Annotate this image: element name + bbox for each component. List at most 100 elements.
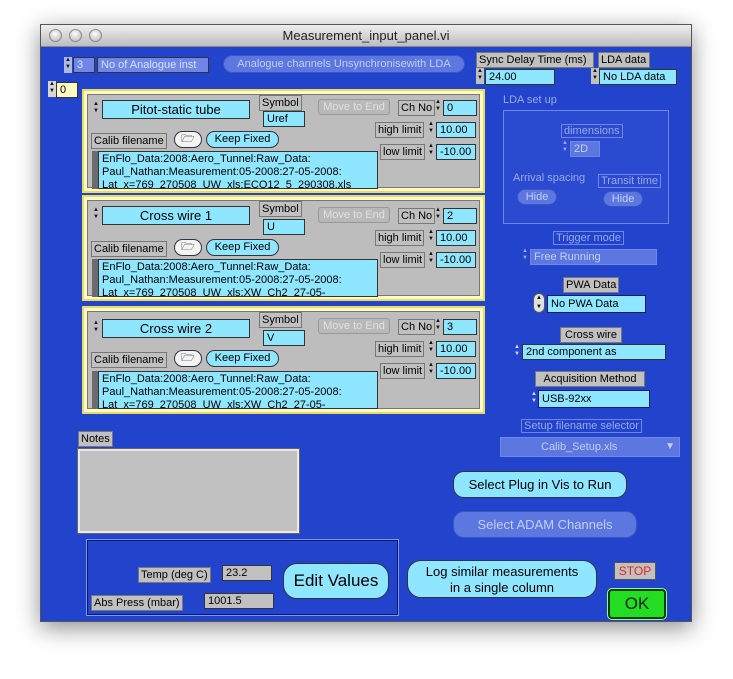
chno-label: Ch No <box>398 100 436 116</box>
symbol-label: Symbol <box>259 312 302 328</box>
low-limit-spinner-icon[interactable]: ▲ ▼ <box>427 251 435 267</box>
acquisition-method-label: Acquisition Method <box>535 371 645 387</box>
trigger-mode-label: Trigger mode <box>553 231 625 245</box>
low-limit-spinner-icon[interactable]: ▲ ▼ <box>427 143 435 159</box>
channel-name-field[interactable]: Pitot-static tube <box>102 100 250 119</box>
low-limit-field[interactable]: -10.00 <box>436 144 476 160</box>
folder-open-icon[interactable]: 🗁 <box>174 131 202 148</box>
high-limit-spinner-icon[interactable]: ▲ ▼ <box>427 121 435 137</box>
notes-label: Notes <box>78 431 113 447</box>
keep-fixed-button[interactable]: Keep Fixed <box>206 239 279 256</box>
high-limit-label: high limit <box>375 122 425 138</box>
setup-filename-selector-label: Setup filename selector <box>521 419 642 433</box>
high-limit-spinner-icon[interactable]: ▲ ▼ <box>427 340 435 356</box>
acquisition-ring-icon[interactable]: ▲ ▼ <box>530 391 538 407</box>
symbol-label: Symbol <box>259 201 302 217</box>
path-line: EnFlo_Data:2008:Aero_Tunnel:Raw_Data: <box>102 373 311 385</box>
trigger-mode-field[interactable]: Free Running <box>530 249 657 265</box>
keep-fixed-button[interactable]: Keep Fixed <box>206 131 279 148</box>
cross-wire-field[interactable]: 2nd component as <box>522 344 666 360</box>
high-limit-field[interactable]: 10.00 <box>436 122 476 138</box>
channel-name-field[interactable]: Cross wire 2 <box>102 319 250 338</box>
move-to-end-button[interactable]: Move to End <box>318 99 390 115</box>
dimensions-label: dimensions <box>561 124 623 138</box>
channel-name-field[interactable]: Cross wire 1 <box>102 206 250 225</box>
chno-label: Ch No <box>398 208 436 224</box>
chno-spinner-icon[interactable]: ▲ ▼ <box>434 318 442 334</box>
setup-filename-selector[interactable]: Calib_Setup.xls ▼ <box>500 437 680 457</box>
calib-filename-label: Calib filename <box>91 241 167 257</box>
low-limit-label: low limit <box>380 252 426 268</box>
low-limit-field[interactable]: -10.00 <box>436 252 476 268</box>
chno-field[interactable]: 0 <box>443 100 477 116</box>
analogue-count-field[interactable]: 3 <box>73 57 95 73</box>
stop-button[interactable]: STOP <box>614 562 656 580</box>
path-line: EnFlo_Data:2008:Aero_Tunnel:Raw_Data: <box>102 261 311 273</box>
pwa-ring-icon[interactable]: ▲ ▼ <box>533 293 545 313</box>
trigger-mode-ring-icon[interactable]: ▲ ▼ <box>521 248 529 264</box>
ok-button[interactable]: OK <box>608 589 666 619</box>
notes-textarea[interactable] <box>77 448 300 534</box>
chno-spinner-icon[interactable]: ▲ ▼ <box>434 207 442 223</box>
arrival-hide-button[interactable]: Hide <box>517 189 557 205</box>
calib-path-field[interactable]: EnFlo_Data:2008:Aero_Tunnel:Raw_Data: Pa… <box>98 371 378 409</box>
acquisition-method-field[interactable]: USB-92xx <box>538 390 650 408</box>
symbol-field[interactable]: Uref <box>263 111 305 127</box>
calib-path-field[interactable]: EnFlo_Data:2008:Aero_Tunnel:Raw_Data: Pa… <box>98 151 378 189</box>
select-adam-channels-button[interactable]: Select ADAM Channels <box>453 511 637 538</box>
sync-delay-spinner-icon[interactable]: ▲ ▼ <box>476 68 484 84</box>
path-line: Paul_Nathan:Measurement:05-2008:27-05-20… <box>102 386 342 398</box>
folder-open-icon[interactable]: 🗁 <box>174 350 202 367</box>
move-to-end-button[interactable]: Move to End <box>318 207 390 223</box>
analogue-count-spinner-icon[interactable]: ▲ ▼ <box>64 57 72 73</box>
lda-data-field[interactable]: No LDA data <box>599 69 677 85</box>
labview-window: Measurement_input_panel.vi ▲ ▼ 3 No of An… <box>40 24 692 622</box>
channel-cluster-1: ▲ ▼ Cross wire 1 Symbol U Move to End Ch … <box>82 195 485 301</box>
name-ring-icon[interactable]: ▲ ▼ <box>92 101 100 117</box>
chno-field[interactable]: 2 <box>443 208 477 224</box>
log-similar-button[interactable]: Log similar measurements in a single col… <box>407 560 597 598</box>
name-ring-icon[interactable]: ▲ ▼ <box>92 320 100 336</box>
cross-wire-ring-icon[interactable]: ▲ ▼ <box>513 344 521 360</box>
select-plug-button[interactable]: Select Plug in Vis to Run <box>453 471 627 498</box>
high-limit-field[interactable]: 10.00 <box>436 341 476 357</box>
low-limit-label: low limit <box>380 363 426 379</box>
path-line: Lat_x=769_270508_UW_xls:ECO12_5_290308.x… <box>102 179 352 189</box>
transit-hide-button[interactable]: Hide <box>603 191 643 207</box>
symbol-field[interactable]: U <box>263 219 305 235</box>
symbol-field[interactable]: V <box>263 330 305 346</box>
lda-data-ring-icon[interactable]: ▲ ▼ <box>591 68 599 84</box>
high-limit-spinner-icon[interactable]: ▲ ▼ <box>427 229 435 245</box>
array-index-field[interactable]: 0 <box>56 82 78 98</box>
folder-open-icon[interactable]: 🗁 <box>174 239 202 256</box>
chno-spinner-icon[interactable]: ▲ ▼ <box>434 99 442 115</box>
dimensions-spinner-icon[interactable]: ▲ ▼ <box>561 140 569 156</box>
minimize-window-icon[interactable] <box>69 29 82 42</box>
high-limit-field[interactable]: 10.00 <box>436 230 476 246</box>
setup-filename-value: Calib_Setup.xls <box>541 441 618 453</box>
dropdown-triangle-icon: ▼ <box>665 441 675 452</box>
channel-panel: ▲ ▼ Pitot-static tube Symbol Uref Move to… <box>87 94 480 189</box>
abs-press-label: Abs Press (mbar) <box>91 595 183 611</box>
pwa-data-label: PWA Data <box>563 277 619 293</box>
zoom-window-icon[interactable] <box>89 29 102 42</box>
channel-panel: ▲ ▼ Cross wire 1 Symbol U Move to End Ch … <box>87 200 480 297</box>
pwa-data-field[interactable]: No PWA Data <box>547 295 646 313</box>
lda-data-label: LDA data <box>598 52 650 68</box>
close-window-icon[interactable] <box>49 29 62 42</box>
name-ring-icon[interactable]: ▲ ▼ <box>92 207 100 223</box>
keep-fixed-button[interactable]: Keep Fixed <box>206 350 279 367</box>
chno-field[interactable]: 3 <box>443 319 477 335</box>
lda-setup-group: dimensions ▲ ▼ 2D Arrival spacing Transit… <box>503 110 669 224</box>
unsync-analogue-button[interactable]: Analogue channels Unsynchronisewith LDA <box>223 55 465 73</box>
calib-path-field[interactable]: EnFlo_Data:2008:Aero_Tunnel:Raw_Data: Pa… <box>98 259 378 297</box>
index-spinner-icon[interactable]: ▲ ▼ <box>48 81 56 97</box>
move-to-end-button[interactable]: Move to End <box>318 318 390 334</box>
dimensions-field[interactable]: 2D <box>570 141 600 157</box>
path-line: Lat_x=769_270508_UW_xls:XW_Ch2_27-05- <box>102 399 326 409</box>
edit-values-button[interactable]: Edit Values <box>283 563 389 599</box>
low-limit-field[interactable]: -10.00 <box>436 363 476 379</box>
low-limit-spinner-icon[interactable]: ▲ ▼ <box>427 362 435 378</box>
path-line: EnFlo_Data:2008:Aero_Tunnel:Raw_Data: <box>102 153 311 165</box>
sync-delay-field[interactable]: 24.00 <box>485 69 555 85</box>
